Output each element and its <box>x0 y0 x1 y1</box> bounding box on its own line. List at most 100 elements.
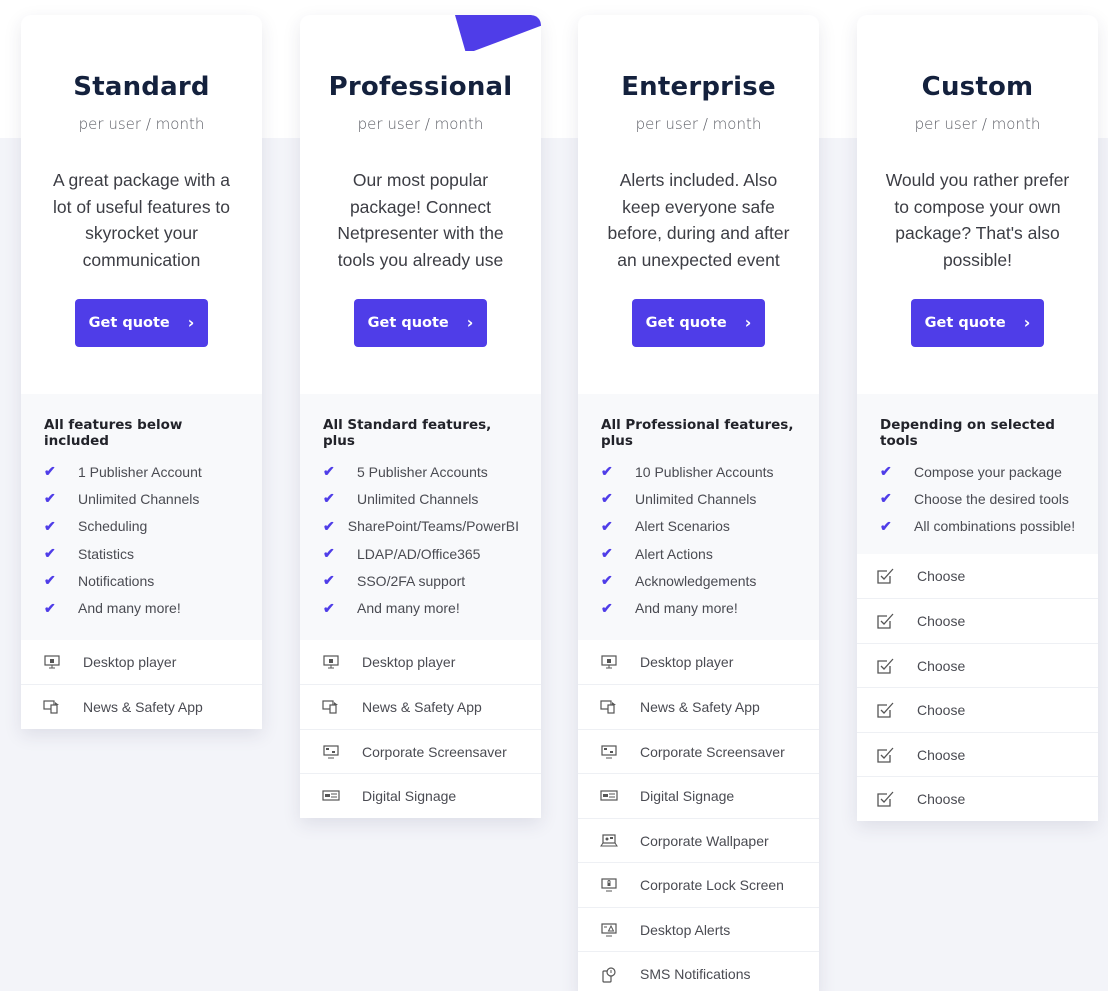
tool-label: Corporate Wallpaper <box>640 832 769 849</box>
tool-news-safety-app[interactable]: News & Safety App <box>300 684 541 729</box>
tool-label: Choose <box>917 568 966 585</box>
tool-corporate-screensaver[interactable]: Corporate Screensaver <box>300 728 541 774</box>
feature-item: ✔ And many more! <box>601 594 797 621</box>
plan-description: A great package with a lot of useful fea… <box>52 170 231 270</box>
plan-header: Professional per user / month Our most p… <box>300 15 541 394</box>
choose-tool-option[interactable]: Choose <box>857 687 1098 732</box>
tool-label: Digital Signage <box>640 788 735 805</box>
features-list: ✔ 1 Publisher Account ✔ Unlimited Channels… <box>44 458 240 622</box>
tool-corporate-wallpaper[interactable]: Corporate Wallpaper <box>578 817 819 863</box>
tools-list: Desktop player News & Safety App <box>21 640 262 729</box>
corporate-screensaver-icon <box>322 744 340 759</box>
plan-card-enterprise: Enterprise per user / month Alerts inclu… <box>578 15 819 991</box>
feature-label: 5 Publisher Accounts <box>357 463 488 480</box>
tool-label: Desktop player <box>640 654 734 671</box>
tool-label: News & Safety App <box>362 699 482 716</box>
feature-label: Compose your package <box>914 463 1062 480</box>
tool-news-safety-app[interactable]: News & Safety App <box>578 684 819 729</box>
tool-label: Desktop player <box>83 654 177 671</box>
feature-label: Statistics <box>78 545 135 562</box>
feature-item: ✔ 1 Publisher Account <box>44 458 240 485</box>
tool-sms-notifications[interactable]: SMS Notifications <box>578 951 819 991</box>
plan-header: Enterprise per user / month Alerts inclu… <box>578 15 819 394</box>
feature-label: And many more! <box>635 600 738 617</box>
news-safety-app-icon <box>322 700 340 714</box>
feature-label: LDAP/AD/Office365 <box>357 545 481 562</box>
feature-item: ✔ LDAP/AD/Office365 <box>323 540 519 567</box>
checkbox-icon <box>877 790 895 808</box>
features-title: All Professional features, plus <box>601 417 794 449</box>
choose-tool-option[interactable]: Choose <box>857 776 1098 821</box>
check-icon: ✔ <box>323 572 335 589</box>
tool-news-safety-app[interactable]: News & Safety App <box>21 684 262 729</box>
feature-item: ✔ Unlimited Channels <box>601 485 797 512</box>
digital-signage-icon <box>322 789 340 803</box>
get-quote-button[interactable]: Get quote › <box>632 299 765 347</box>
feature-label: SharePoint/Teams/PowerBI <box>347 518 519 535</box>
plan-title: Enterprise <box>621 72 776 102</box>
tool-label: News & Safety App <box>83 699 203 716</box>
feature-item: ✔ Scheduling <box>44 513 240 540</box>
choose-tool-option[interactable]: Choose <box>857 731 1098 777</box>
feature-item: ✔ All combinations possible! <box>880 513 1076 540</box>
plan-period: per user / month <box>357 115 484 133</box>
feature-label: Acknowledgements <box>635 572 757 589</box>
plan-description: Alerts included. Also keep everyone safe… <box>607 170 790 270</box>
plan-period: per user / month <box>635 115 762 133</box>
check-icon: ✔ <box>44 517 56 534</box>
sms-notifications-icon <box>600 967 618 983</box>
feature-item: ✔ Unlimited Channels <box>44 485 240 512</box>
get-quote-label: Get quote <box>88 315 170 331</box>
feature-label: 10 Publisher Accounts <box>635 463 774 480</box>
get-quote-label: Get quote <box>645 315 727 331</box>
features-list: ✔ 10 Publisher Accounts ✔ Unlimited Channe… <box>601 458 797 622</box>
feature-item: ✔ Compose your package <box>880 458 1076 485</box>
get-quote-button[interactable]: Get quote › <box>354 299 487 347</box>
feature-label: And many more! <box>357 600 460 617</box>
popular-ribbon <box>455 15 541 51</box>
check-icon: ✔ <box>601 599 613 616</box>
chevron-right-icon: › <box>466 312 474 332</box>
plan-period: per user / month <box>78 115 205 133</box>
feature-label: 1 Publisher Account <box>78 463 202 480</box>
desktop-player-icon <box>600 655 618 669</box>
tool-desktop-alerts[interactable]: Desktop Alerts <box>578 906 819 952</box>
feature-item: ✔ And many more! <box>44 594 240 621</box>
choose-tool-option[interactable]: Choose <box>857 642 1098 688</box>
feature-item: ✔ Alert Scenarios <box>601 513 797 540</box>
check-icon: ✔ <box>601 545 613 562</box>
choose-tool-option[interactable]: Choose <box>857 554 1098 599</box>
plan-title: Custom <box>921 72 1034 102</box>
chevron-right-icon: › <box>744 312 752 332</box>
tool-corporate-screensaver[interactable]: Corporate Screensaver <box>578 728 819 774</box>
tool-label: Digital Signage <box>362 788 457 805</box>
tool-label: Desktop player <box>362 654 456 671</box>
plan-card-professional: Professional per user / month Our most p… <box>300 15 541 818</box>
tool-digital-signage[interactable]: Digital Signage <box>578 773 819 818</box>
check-icon: ✔ <box>601 490 613 507</box>
desktop-player-icon <box>43 655 61 669</box>
features-section: All Professional features, plus ✔ 10 Publ… <box>578 394 819 640</box>
tool-label: News & Safety App <box>640 699 760 716</box>
plan-description: Our most popular package! Connect Netpre… <box>337 170 504 270</box>
corporate-lock-screen-icon <box>600 878 618 892</box>
get-quote-button[interactable]: Get quote › <box>75 299 208 347</box>
get-quote-label: Get quote <box>367 315 449 331</box>
check-icon: ✔ <box>880 463 892 480</box>
tools-list: Desktop player News & Safety App Corpora… <box>300 640 541 818</box>
feature-item: ✔ Statistics <box>44 540 240 567</box>
feature-item: ✔ SharePoint/Teams/PowerBI <box>323 513 519 540</box>
tool-corporate-lock-screen[interactable]: Corporate Lock Screen <box>578 862 819 907</box>
get-quote-button[interactable]: Get quote › <box>911 299 1044 347</box>
check-icon: ✔ <box>601 517 613 534</box>
tool-desktop-player[interactable]: Desktop player <box>21 640 262 685</box>
check-icon: ✔ <box>323 517 335 534</box>
tool-desktop-player[interactable]: Desktop player <box>300 640 541 685</box>
feature-label: Alert Scenarios <box>635 518 730 535</box>
feature-label: Scheduling <box>78 518 148 535</box>
tool-desktop-player[interactable]: Desktop player <box>578 640 819 685</box>
tool-label: Desktop Alerts <box>640 921 731 938</box>
tool-digital-signage[interactable]: Digital Signage <box>300 773 541 818</box>
tools-list: Choose Choose Choose Choose Choose Choos… <box>857 554 1098 821</box>
choose-tool-option[interactable]: Choose <box>857 598 1098 643</box>
